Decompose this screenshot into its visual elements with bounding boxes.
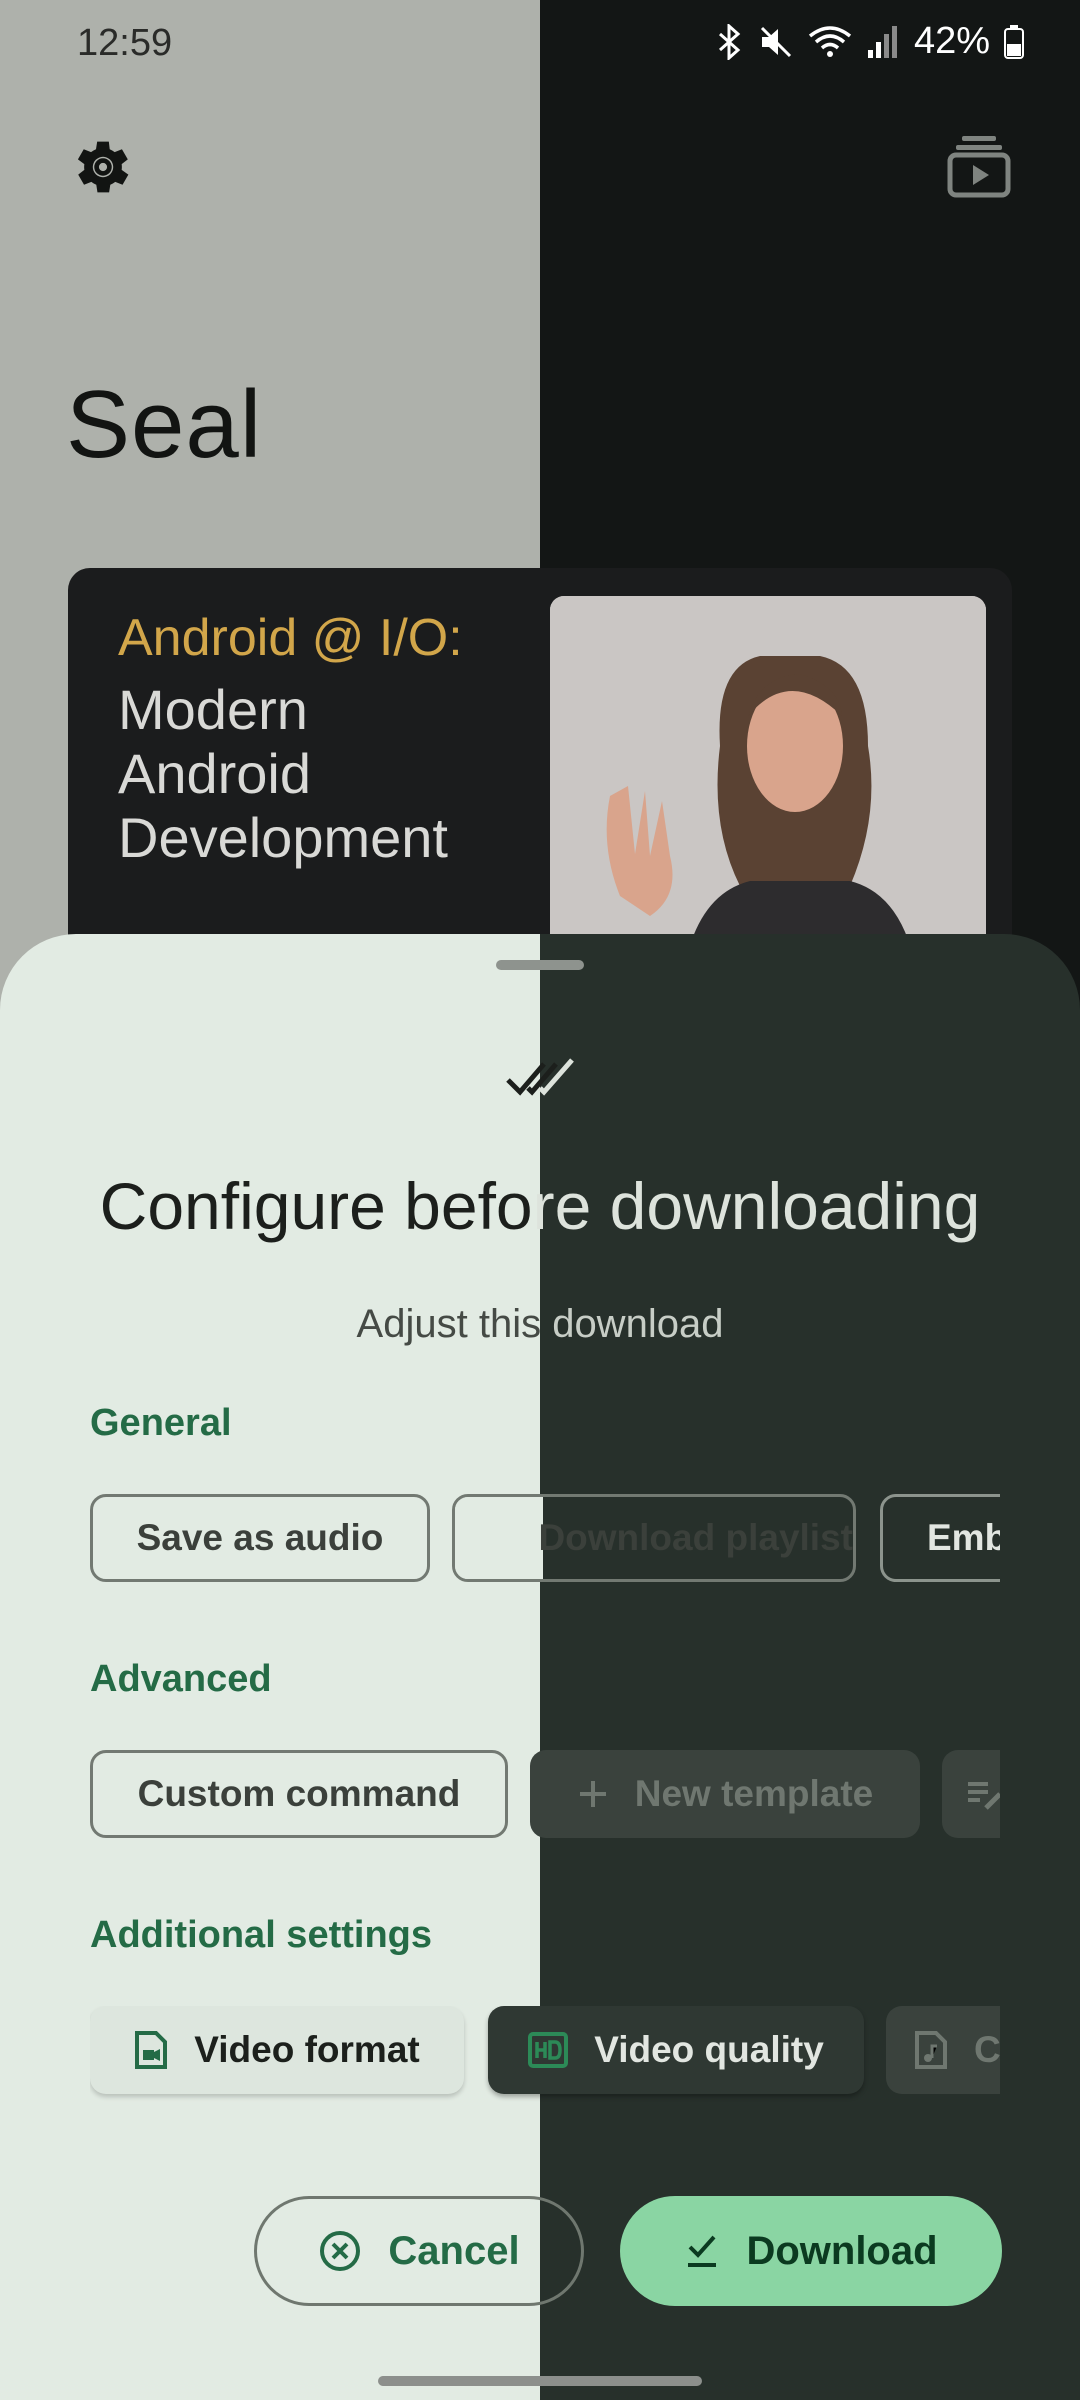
new-template-chip[interactable]: New template [530, 1750, 920, 1838]
signal-icon [866, 24, 900, 60]
status-icons: 42% [716, 20, 1024, 63]
battery-icon [1004, 24, 1024, 59]
sheet-drag-handle[interactable] [496, 960, 584, 970]
video-headline: Modern Android Development [118, 678, 548, 870]
video-quality-chip[interactable]: Video quality [488, 2006, 864, 2094]
edit-templates-chip[interactable] [942, 1750, 1000, 1838]
configure-bottom-sheet: Configure before downloading Adjust this… [0, 934, 1080, 2400]
settings-button[interactable] [68, 132, 138, 202]
download-check-icon [684, 2233, 720, 2269]
gesture-nav-bar[interactable] [378, 2376, 702, 2386]
general-chip-row: Save as audio Download playlist Emb [90, 1494, 1000, 1586]
hd-icon [528, 2032, 569, 2068]
headline-line: Development [118, 806, 448, 869]
queue-play-icon [947, 136, 1011, 198]
download-queue-button[interactable] [944, 130, 1014, 200]
save-as-audio-chip[interactable]: Save as audio [90, 1494, 430, 1582]
video-file-icon [134, 2030, 168, 2070]
video-thumbnail [550, 596, 986, 968]
plus-icon [577, 1778, 609, 1810]
sheet-title: Configure before downloading [99, 1169, 981, 1243]
battery-percent: 42% [913, 20, 990, 62]
bluetooth-icon [716, 23, 744, 60]
advanced-chip-row: Custom command New template [90, 1750, 1000, 1842]
headline-line: Modern [118, 678, 308, 741]
status-bar: 12:59 42% [0, 0, 1080, 92]
video-card[interactable]: Android @ I/O: Modern Android Developmen… [68, 568, 1012, 968]
additional-chip-row: Video format Video quality C [90, 2006, 1000, 2106]
download-playlist-chip[interactable]: Download playlist [452, 1494, 856, 1582]
video-format-chip[interactable]: Video format [90, 2006, 464, 2094]
gear-icon [77, 141, 129, 193]
audio-format-chip[interactable]: C [886, 2006, 1000, 2094]
cancel-circle-icon [318, 2229, 362, 2273]
download-button[interactable]: Download [620, 2196, 1002, 2306]
custom-command-chip[interactable]: Custom command [90, 1750, 508, 1838]
sheet-subtitle: Adjust this download [356, 1302, 724, 1346]
video-badge: Android @ I/O: [118, 609, 463, 667]
app-title: Seal [66, 371, 263, 478]
done-all-icon [506, 1058, 574, 1096]
cancel-button[interactable]: Cancel [254, 2196, 584, 2306]
list-edit-icon [968, 1782, 1000, 1810]
section-general-label: General [90, 1402, 232, 1444]
headline-line: Android [118, 742, 312, 805]
audio-file-icon [914, 2030, 948, 2070]
mute-icon [758, 24, 794, 60]
section-advanced-label: Advanced [90, 1658, 272, 1700]
embed-chip[interactable]: Emb [880, 1494, 1000, 1582]
wifi-icon [808, 24, 852, 60]
section-additional-label: Additional settings [90, 1914, 432, 1956]
status-time: 12:59 [77, 22, 173, 64]
